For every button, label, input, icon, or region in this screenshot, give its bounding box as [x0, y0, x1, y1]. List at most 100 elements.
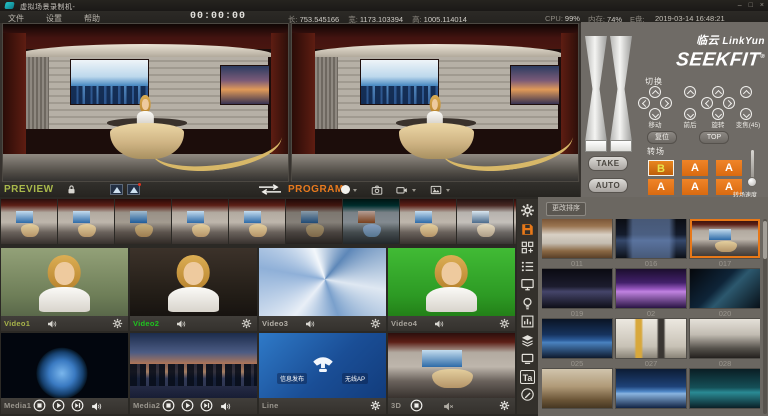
scene-thumbnail[interactable] [616, 219, 686, 258]
chart-icon[interactable] [520, 314, 535, 329]
image-dropdown-icon[interactable] [446, 189, 450, 192]
scene-item-025[interactable]: 025 [542, 319, 612, 368]
scene-item-017-selected[interactable]: 017 [690, 219, 760, 268]
video4-settings-icon[interactable] [499, 318, 510, 329]
scene-item-028[interactable]: 028 [690, 319, 760, 368]
transition-b-button[interactable]: B [648, 160, 674, 176]
scene-item-016[interactable]: 016 [616, 219, 686, 268]
transition-speed-knob[interactable] [747, 177, 757, 187]
reset-button[interactable]: 复位 [647, 131, 677, 144]
scene-item-027[interactable]: 027 [616, 319, 686, 368]
settings-icon[interactable] [520, 203, 535, 218]
scene-thumbnail[interactable] [616, 269, 686, 308]
video3-settings-icon[interactable] [370, 318, 381, 329]
strip-thumbnail-5[interactable] [229, 199, 285, 244]
maximize-button[interactable]: □ [749, 1, 753, 10]
media2-speaker-icon[interactable] [220, 401, 231, 412]
chroma-key-icon[interactable] [110, 184, 123, 195]
scene3d-mute-icon[interactable] [443, 401, 454, 412]
take-button[interactable]: TAKE [588, 156, 628, 171]
video-dropdown-icon[interactable] [412, 189, 416, 192]
video3-cell[interactable]: Video3 [259, 248, 386, 331]
video2-settings-icon[interactable] [241, 318, 252, 329]
scene-item-row4c[interactable] [690, 369, 760, 416]
media1-stop-button[interactable] [33, 399, 46, 412]
scene-thumbnail[interactable] [616, 369, 686, 408]
strip-thumbnail-3[interactable] [115, 199, 171, 244]
close-button[interactable]: × [760, 1, 764, 10]
scene-item-020[interactable]: 020 [690, 269, 760, 318]
line-cell[interactable]: 信息发布 无线AP Line [259, 333, 386, 414]
scene-thumbnail[interactable] [542, 319, 612, 358]
lock-icon[interactable] [66, 184, 77, 195]
media2-cell[interactable]: Media2 [130, 333, 257, 414]
scene-thumbnail[interactable] [542, 369, 612, 408]
playlist-icon[interactable] [520, 259, 535, 274]
save-icon[interactable] [520, 222, 535, 237]
media2-play-button[interactable] [181, 399, 194, 412]
scene-thumbnail[interactable] [690, 269, 760, 308]
transition-a3-button[interactable]: A [648, 179, 674, 195]
add-layout-icon[interactable] [520, 240, 535, 255]
rotate-right-button[interactable] [723, 97, 735, 109]
transition-a1-button[interactable]: A [682, 160, 708, 176]
image-output-icon[interactable] [430, 184, 442, 196]
video2-speaker-icon[interactable] [176, 319, 186, 329]
record-icon[interactable] [341, 185, 350, 194]
display-icon[interactable] [520, 351, 535, 366]
transition-a4-button[interactable]: A [682, 179, 708, 195]
scene-item-011[interactable]: 011 [542, 219, 612, 268]
move-left-button[interactable] [638, 97, 650, 109]
strip-thumbnail-10[interactable] [514, 199, 516, 244]
snapshot-camera-icon[interactable] [371, 184, 383, 196]
video1-settings-icon[interactable] [112, 318, 123, 329]
scene-item-019[interactable]: 019 [542, 269, 612, 318]
scene3d-settings-icon[interactable] [499, 400, 510, 411]
scene-thumbnail[interactable] [542, 269, 612, 308]
media1-next-button[interactable] [71, 399, 84, 412]
monitor-icon[interactable] [520, 277, 535, 292]
video2-cell[interactable]: Video2 [130, 248, 257, 331]
strip-thumbnail-8[interactable] [400, 199, 456, 244]
layers-icon[interactable] [520, 333, 535, 348]
tbar-handle-right[interactable] [610, 140, 632, 152]
scene-item-row4a[interactable] [542, 369, 612, 416]
transition-a2-button[interactable]: A [716, 160, 742, 176]
lighting-icon[interactable] [520, 296, 535, 311]
auto-button[interactable]: AUTO [588, 178, 628, 193]
scene-scrollbar[interactable] [763, 219, 767, 414]
media1-speaker-icon[interactable] [91, 401, 102, 412]
video4-cell[interactable]: Video4 [388, 248, 515, 331]
scene-thumbnail[interactable] [616, 319, 686, 358]
scene-thumbnail[interactable] [690, 369, 760, 408]
draw-icon[interactable] [520, 387, 535, 402]
scene-scrollbar-thumb[interactable] [763, 221, 767, 259]
strip-thumbnail-7[interactable] [343, 199, 399, 244]
media2-stop-button[interactable] [162, 399, 175, 412]
swap-preview-program-icon[interactable] [256, 184, 284, 195]
minimize-button[interactable]: – [738, 1, 742, 10]
reorder-button[interactable]: 更改排序 [546, 202, 586, 216]
line-settings-icon[interactable] [370, 400, 381, 411]
scene3d-stop-button[interactable] [410, 399, 423, 412]
video1-cell[interactable]: Video1 [1, 248, 128, 331]
scene3d-cell[interactable]: 3D [388, 333, 515, 414]
tbar-handle-left[interactable] [585, 140, 607, 152]
video-capture-icon[interactable] [396, 184, 408, 196]
scene-thumbnail[interactable] [690, 319, 760, 358]
scene-item-02[interactable]: 02 [616, 269, 686, 318]
video1-speaker-icon[interactable] [47, 319, 57, 329]
strip-thumbnail-2[interactable] [58, 199, 114, 244]
chroma-key-alt-icon[interactable] [127, 184, 140, 195]
media1-cell[interactable]: Media1 [1, 333, 128, 414]
depth-forward-button[interactable] [684, 86, 696, 98]
strip-thumbnail-4[interactable] [172, 199, 228, 244]
rotate-up-button[interactable] [712, 86, 724, 98]
strip-thumbnail-1[interactable] [1, 199, 57, 244]
strip-thumbnail-6[interactable] [286, 199, 342, 244]
text-tool-icon[interactable]: Ta [520, 370, 535, 384]
scene-thumbnail-selected[interactable] [690, 219, 760, 258]
video3-speaker-icon[interactable] [305, 319, 315, 329]
video4-speaker-icon[interactable] [434, 319, 444, 329]
media1-play-button[interactable] [52, 399, 65, 412]
